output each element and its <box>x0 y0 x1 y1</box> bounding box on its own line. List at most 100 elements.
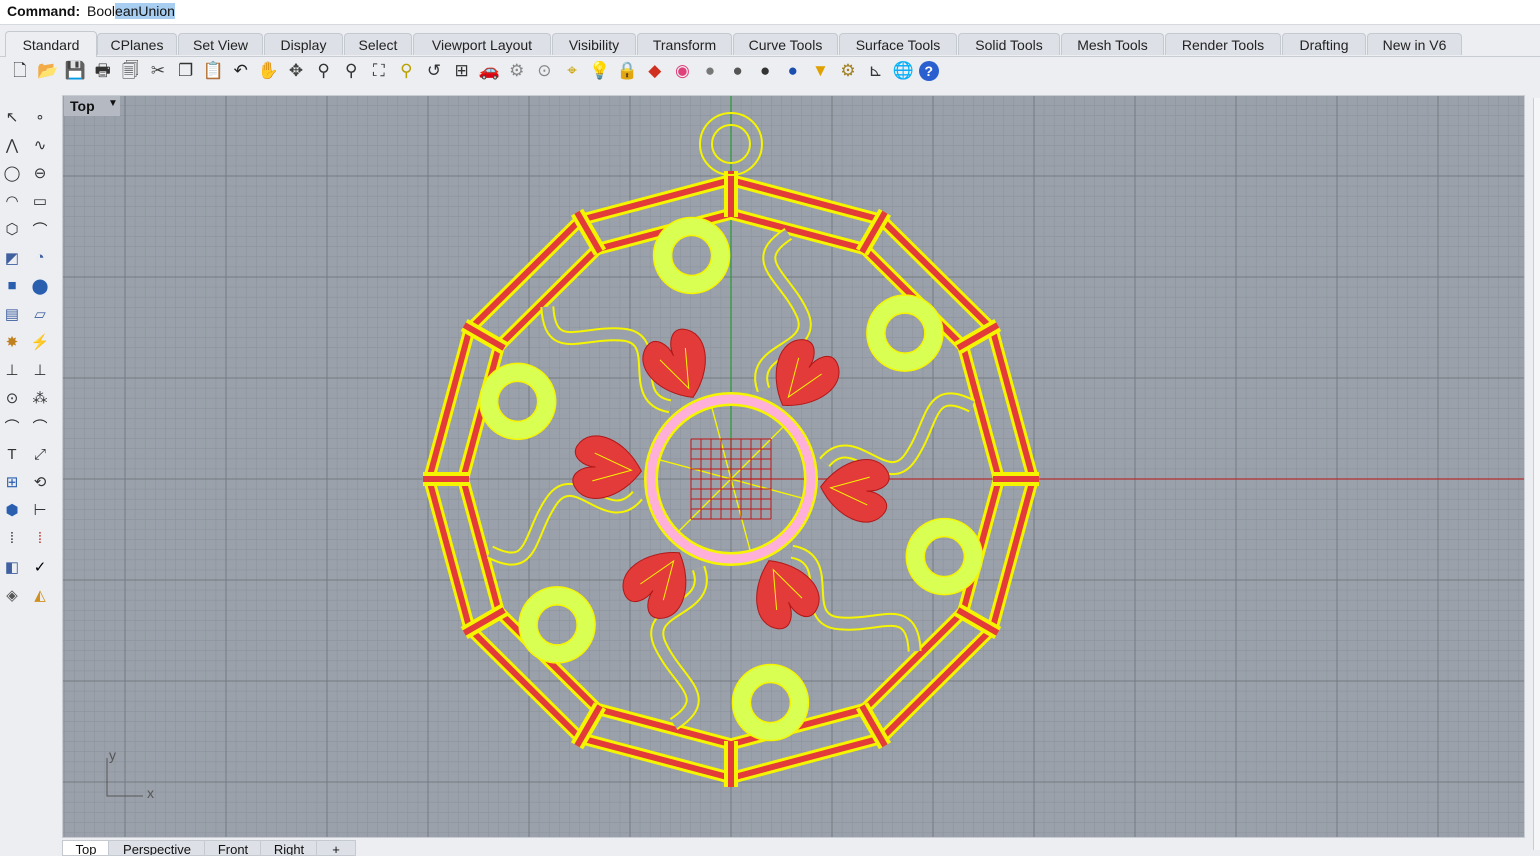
fillet-icon[interactable]: ⌒ <box>28 217 52 241</box>
text-icon[interactable]: T <box>0 442 24 466</box>
ellipse-icon[interactable]: ⊖ <box>28 161 52 185</box>
zoom-selected-icon[interactable]: ⚲ <box>394 59 418 83</box>
plane-icon[interactable]: ▱ <box>28 302 52 326</box>
zoom-extents-icon[interactable]: ⛶ <box>367 59 391 83</box>
render-icon[interactable]: ◭ <box>28 583 52 607</box>
viewport-menu-icon[interactable]: ▼ <box>108 98 118 109</box>
gear-options-icon[interactable]: ⚙ <box>836 59 860 83</box>
tab-drafting[interactable]: Drafting <box>1282 33 1366 55</box>
donut-inner-edge <box>749 681 792 724</box>
rotate-view-icon[interactable]: ✥ <box>284 59 308 83</box>
curve-icon[interactable]: ∿ <box>28 133 52 157</box>
copy-icon[interactable]: ❐ <box>174 59 198 83</box>
tab-set-view[interactable]: Set View <box>178 33 263 55</box>
box-edit-icon[interactable]: ⬢ <box>0 498 24 522</box>
viewport-tab-right[interactable]: Right <box>260 840 318 856</box>
tab-display[interactable]: Display <box>264 33 343 55</box>
arc-icon[interactable]: ◠ <box>0 189 24 213</box>
viewport-name[interactable]: Top <box>70 98 95 114</box>
filter-icon[interactable]: ▼ <box>808 59 832 83</box>
command-input[interactable]: BooleanUnion <box>87 3 175 19</box>
join-icon[interactable]: ⊥ <box>0 358 24 382</box>
left-toolbar: ↖ ∘ ⋀ ∿ ◯ ⊖ ◠ ▭ ⬡ ⌒ ◩ ◔ ■ ⬤ ▤ ▱ ✸ ⚡ ⊥ ⊥ ⊙ ⁂ ⌒ ⌒ T ⤢ ⊞ ⟲ ⬢ ⊢ ⁞ ⁞ ◧ ✓ ◈ ◭ <box>0 95 60 615</box>
undo-icon[interactable]: ↶ <box>229 59 253 83</box>
taper-icon[interactable]: ◧ <box>0 555 24 579</box>
tab-standard[interactable]: Standard <box>5 31 97 57</box>
globe-icon[interactable]: 🌐 <box>891 59 915 83</box>
tab-viewport-layout[interactable]: Viewport Layout <box>413 33 551 55</box>
scale-icon[interactable]: ⤢ <box>28 442 52 466</box>
explode-icon[interactable]: ✸ <box>0 330 24 354</box>
cylinder-icon[interactable]: ▤ <box>0 302 24 326</box>
viewport-tab-add[interactable]: + <box>316 840 356 856</box>
extend-icon[interactable]: ⊥ <box>28 358 52 382</box>
point-icon[interactable]: ∘ <box>28 105 52 129</box>
move-icon[interactable]: ⊞ <box>0 470 24 494</box>
trim-icon[interactable]: ⚡ <box>28 330 52 354</box>
cut-icon[interactable]: ✂ <box>146 59 170 83</box>
surface-icon[interactable]: ◩ <box>0 246 24 270</box>
mesh-icon[interactable]: ◈ <box>0 583 24 607</box>
array-icon[interactable]: ⁞ <box>0 527 24 551</box>
select-arrow-icon[interactable]: ↖ <box>0 105 24 129</box>
help-icon[interactable]: ? <box>918 61 939 81</box>
revolve-icon[interactable]: ◔ <box>28 246 52 270</box>
tab-surface-tools[interactable]: Surface Tools <box>839 33 957 55</box>
open-folder-icon[interactable]: 📂 <box>36 59 60 83</box>
viewport-tab-perspective[interactable]: Perspective <box>108 840 206 856</box>
tab-cplanes[interactable]: CPlanes <box>97 33 177 55</box>
rotate-icon[interactable]: ⟲ <box>28 470 52 494</box>
tab-transform[interactable]: Transform <box>637 33 732 55</box>
undo-view-icon[interactable]: ↺ <box>422 59 446 83</box>
named-views-icon[interactable]: ⚙ <box>505 59 529 83</box>
paste-icon[interactable]: 📋 <box>201 59 225 83</box>
dimension-icon[interactable]: ⊢ <box>28 498 52 522</box>
rectangle-icon[interactable]: ▭ <box>28 189 52 213</box>
blue-sphere-icon[interactable]: ● <box>781 59 805 83</box>
color-wheel-icon[interactable]: ◉ <box>670 59 694 83</box>
shaded-sphere-icon[interactable]: ● <box>698 59 722 83</box>
viewport-canvas[interactable]: xy <box>63 96 1525 838</box>
rendered-sphere-icon[interactable]: ● <box>726 59 750 83</box>
zoom-window-icon[interactable]: ⚲ <box>339 59 363 83</box>
tab-visibility[interactable]: Visibility <box>552 33 636 55</box>
tab-select[interactable]: Select <box>344 33 412 55</box>
tab-render-tools[interactable]: Render Tools <box>1165 33 1281 55</box>
blend-icon[interactable]: ⌒ <box>28 414 52 438</box>
polyline-icon[interactable]: ⋀ <box>0 133 24 157</box>
box-icon[interactable]: ■ <box>0 274 24 298</box>
align-icon[interactable]: ⁞ <box>28 527 52 551</box>
dimension-icon[interactable]: ⊾ <box>864 59 888 83</box>
viewport-tab-front[interactable]: Front <box>204 840 262 856</box>
command-line[interactable]: Command: BooleanUnion <box>0 0 1540 25</box>
group-icon[interactable]: ⊙ <box>0 386 24 410</box>
print-icon[interactable]: 🖶 <box>91 59 115 83</box>
new-file-icon[interactable]: 🗋 <box>8 59 32 83</box>
viewport-tabs: Top Perspective Front Right + <box>62 840 362 856</box>
tab-mesh-tools[interactable]: Mesh Tools <box>1061 33 1164 55</box>
zoom-icon[interactable]: ⚲ <box>312 59 336 83</box>
circle-icon[interactable]: ◯ <box>0 161 24 185</box>
polygon-icon[interactable]: ⬡ <box>0 217 24 241</box>
material-sphere-icon[interactable]: ● <box>753 59 777 83</box>
layer-icon[interactable]: ◆ <box>643 59 667 83</box>
points-icon[interactable]: ⁂ <box>28 386 52 410</box>
offset-icon[interactable]: ⌒ <box>0 414 24 438</box>
tab-new-in-v6[interactable]: New in V6 <box>1367 33 1462 55</box>
top-viewport[interactable]: xy <box>62 95 1525 838</box>
tab-solid-tools[interactable]: Solid Tools <box>958 33 1060 55</box>
boolean-icon[interactable]: ⬤ <box>28 274 52 298</box>
tab-curve-tools[interactable]: Curve Tools <box>733 33 838 55</box>
four-viewports-icon[interactable]: ⊞ <box>450 59 474 83</box>
pan-hand-icon[interactable]: ✋ <box>256 59 280 83</box>
cplane-icon[interactable]: ⊙ <box>532 59 556 83</box>
viewport-title[interactable]: Top ▼ <box>64 96 120 116</box>
lock-icon[interactable]: 🔒 <box>615 59 639 83</box>
viewport-tab-top[interactable]: Top <box>62 840 110 856</box>
save-icon[interactable]: 💾 <box>63 59 87 83</box>
snap-icon[interactable]: ⌖ <box>560 59 584 83</box>
check-icon[interactable]: ✓ <box>28 555 52 579</box>
import-icon[interactable]: 🗐 <box>118 59 142 83</box>
car-icon[interactable]: 🚗 <box>477 59 501 83</box>
light-bulb-icon[interactable]: 💡 <box>588 59 612 83</box>
